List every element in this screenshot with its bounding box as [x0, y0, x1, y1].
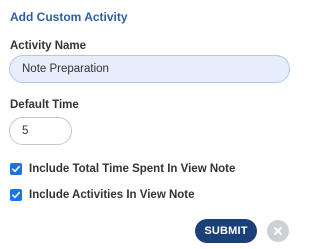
dialog-title: Add Custom Activity	[10, 10, 128, 24]
checkmark-icon	[12, 165, 21, 173]
checkmark-icon	[12, 191, 21, 199]
default-time-label: Default Time	[10, 99, 79, 111]
activity-name-label: Activity Name	[10, 40, 87, 52]
include-total-time-option[interactable]: Include Total Time Spent In View Note	[10, 163, 235, 175]
include-activities-label: Include Activities In View Note	[29, 189, 195, 201]
include-total-time-checkbox[interactable]	[10, 163, 22, 175]
include-activities-checkbox[interactable]	[10, 189, 22, 201]
submit-button[interactable]: SUBMIT	[195, 219, 257, 243]
include-activities-option[interactable]: Include Activities In View Note	[10, 189, 195, 201]
close-button[interactable]	[267, 220, 289, 242]
add-custom-activity-dialog: Add Custom Activity Activity Name Defaul…	[0, 0, 300, 249]
activity-name-input[interactable]	[9, 55, 290, 83]
close-icon	[274, 227, 282, 235]
include-total-time-label: Include Total Time Spent In View Note	[29, 163, 236, 175]
default-time-input[interactable]	[9, 117, 72, 145]
